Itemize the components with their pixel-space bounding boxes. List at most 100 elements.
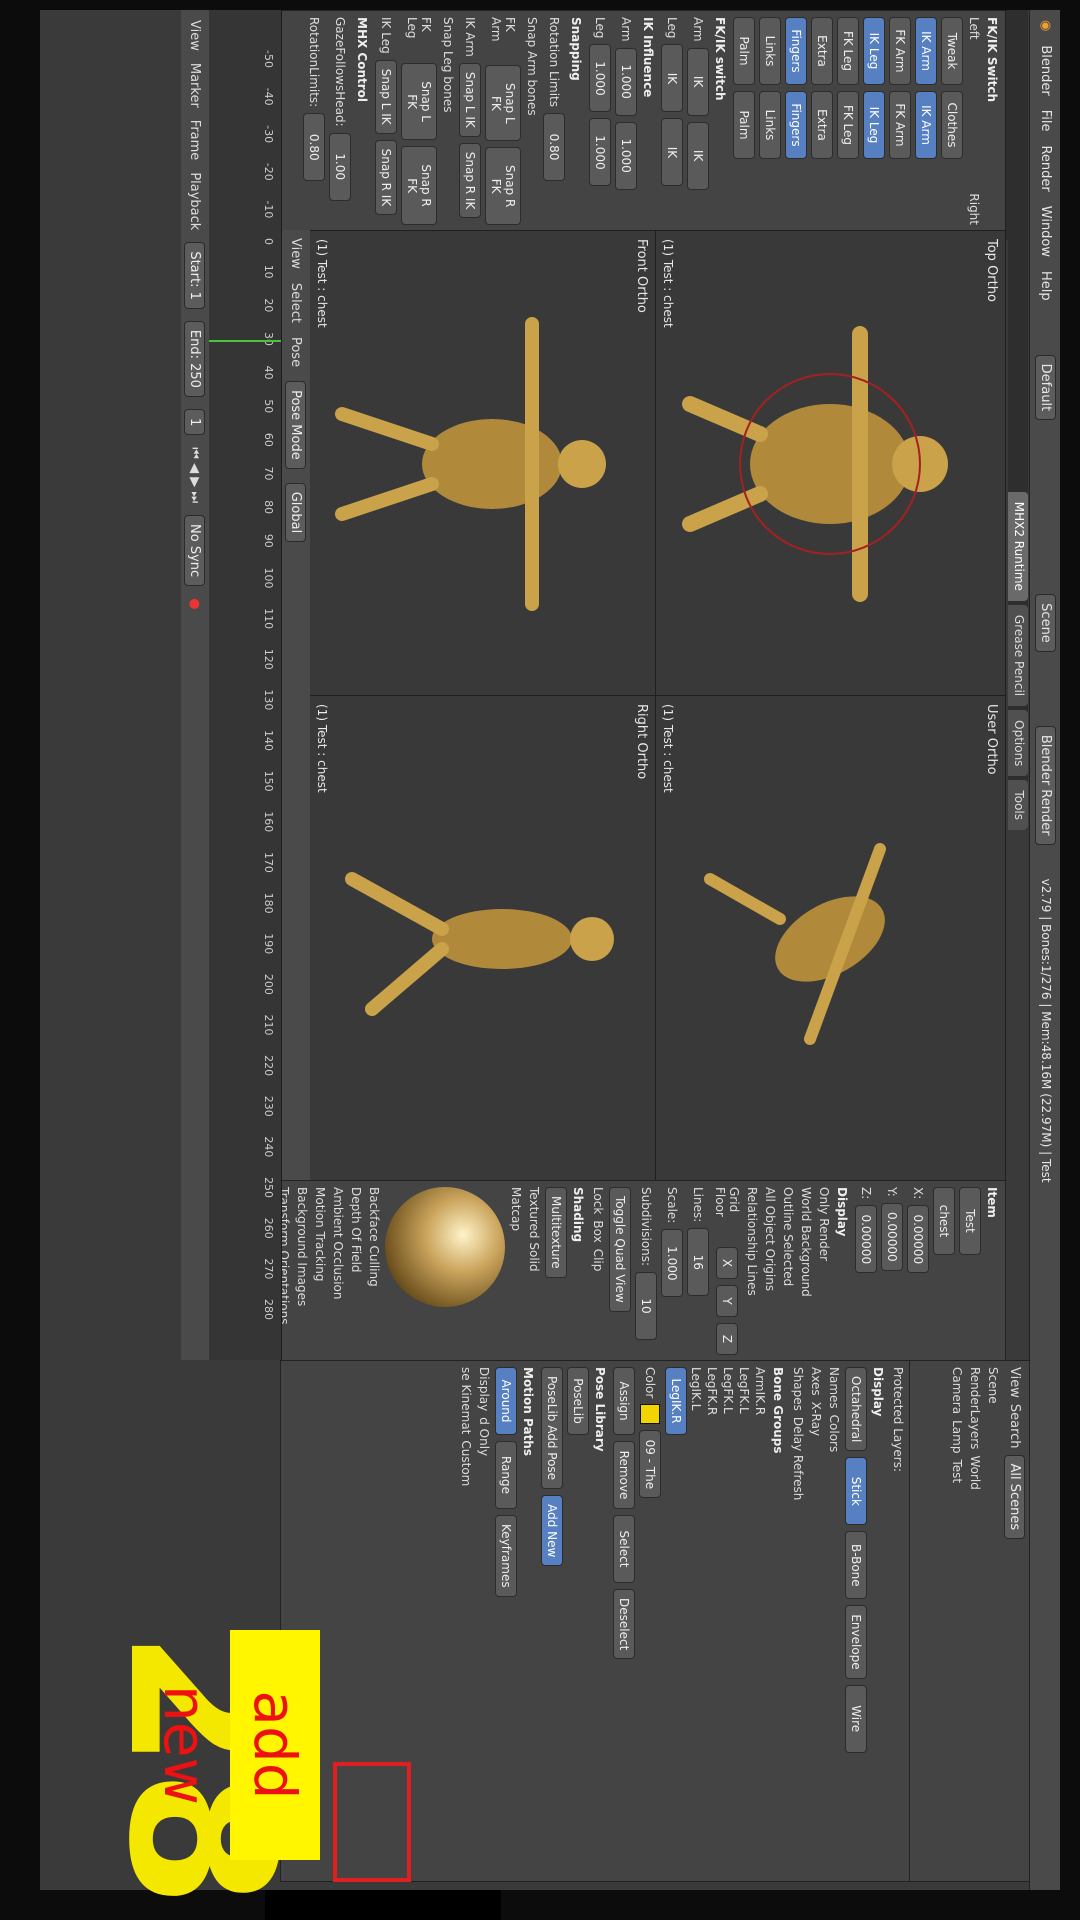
mode-selector[interactable]: Pose Mode — [285, 381, 307, 469]
list-item[interactable]: LegFK.L — [721, 1367, 735, 1414]
outliner-display-mode[interactable]: All Scenes — [1004, 1454, 1025, 1540]
shading-mode-selector[interactable]: Multitexture — [545, 1187, 567, 1278]
remove-button[interactable]: Remove — [613, 1441, 635, 1509]
viewport-top-ortho[interactable]: Top Ortho (1) Test : chest — [654, 230, 1006, 697]
scale-field[interactable]: 1.000 — [661, 1229, 683, 1298]
display-octahedral-button[interactable]: Octahedral — [845, 1367, 867, 1452]
extra-right-button[interactable]: Extra — [811, 91, 833, 159]
rotation-limits-control-field[interactable]: 0.80 — [303, 113, 325, 182]
end-frame-field[interactable]: End: 250 — [184, 320, 206, 397]
list-item[interactable]: LegFK.R — [705, 1367, 719, 1415]
outliner-lamp-item[interactable]: Lamp — [950, 1420, 964, 1453]
matcap-checkbox[interactable]: Matcap — [509, 1187, 523, 1231]
fingers-right-button[interactable]: Fingers — [785, 91, 807, 159]
shapes-checkbox[interactable]: Shapes — [791, 1367, 805, 1411]
grid-y-toggle[interactable]: Y — [716, 1285, 738, 1317]
menu-help[interactable]: Help — [1039, 271, 1054, 301]
snap-l-ik-arm-button[interactable]: Snap L IK — [459, 62, 481, 137]
leg-influence-left-field[interactable]: 1.000 — [589, 44, 611, 113]
tab-grease-pencil[interactable]: Grease Pencil — [1008, 604, 1028, 707]
outliner-view-menu[interactable]: View — [1007, 1367, 1022, 1398]
select-button[interactable]: Select — [613, 1515, 635, 1583]
leg-influence-right-field[interactable]: 1.000 — [589, 118, 611, 187]
viewport-right-ortho[interactable]: Right Ortho (1) Test : chest — [308, 695, 656, 1182]
background-images-header[interactable]: Background Images — [295, 1187, 309, 1306]
ambient-occlusion-checkbox[interactable]: Ambient Occlusion — [331, 1187, 345, 1299]
record-icon[interactable]: ● — [188, 598, 203, 609]
menu-file[interactable]: File — [1039, 110, 1054, 132]
viewport-view-menu[interactable]: View — [289, 238, 304, 269]
list-item[interactable]: ArmIK.R — [753, 1367, 767, 1415]
fk-arm-right-button[interactable]: FK Arm — [889, 91, 911, 159]
timeline-playback-menu[interactable]: Playback — [188, 172, 203, 230]
ik-leg-right-button[interactable]: IK Leg — [863, 91, 885, 159]
delay-refresh-checkbox[interactable]: Delay Refresh — [791, 1417, 805, 1501]
poselib-selector[interactable]: PoseLib — [567, 1367, 589, 1435]
fingers-left-button[interactable]: Fingers — [785, 17, 807, 85]
list-item-selected[interactable]: LegIK.R — [665, 1367, 687, 1435]
arm-ik-right-toggle[interactable]: IK — [687, 121, 709, 190]
list-item[interactable]: LegFK.L — [737, 1367, 751, 1414]
custom-properties-header[interactable]: Custom — [459, 1440, 473, 1486]
assign-button[interactable]: Assign — [613, 1367, 635, 1435]
world-background-checkbox[interactable]: World Background — [799, 1187, 813, 1297]
colors-checkbox[interactable]: Colors — [827, 1415, 841, 1453]
lock-checkbox[interactable]: Lock — [591, 1187, 605, 1214]
links-left-button[interactable]: Links — [759, 17, 781, 85]
current-frame-field[interactable]: 1 — [184, 408, 206, 436]
only-render-checkbox[interactable]: Only Render — [817, 1187, 831, 1261]
ik-arm-right-button[interactable]: IK Arm — [915, 91, 937, 159]
grid-z-toggle[interactable]: Z — [716, 1323, 738, 1355]
tweak-button[interactable]: Tweak — [941, 17, 963, 85]
selected-only-checkbox[interactable]: d Only — [477, 1417, 491, 1456]
extra-left-button[interactable]: Extra — [811, 17, 833, 85]
timeline-view-menu[interactable]: View — [188, 20, 203, 51]
leg-ik-right-toggle[interactable]: IK — [661, 118, 683, 187]
x-field[interactable]: 0.00000 — [907, 1205, 929, 1274]
outliner-world-item[interactable]: World — [968, 1455, 982, 1489]
orientation-selector[interactable]: Global — [285, 482, 307, 543]
arm-influence-right-field[interactable]: 1.000 — [615, 121, 637, 190]
outliner-test-item[interactable]: Test — [950, 1459, 964, 1483]
backface-culling-checkbox[interactable]: Backface Culling — [367, 1187, 381, 1287]
display-bbone-button[interactable]: B-Bone — [845, 1531, 867, 1600]
motion-tracking-checkbox[interactable]: Motion Tracking — [313, 1187, 327, 1281]
gaze-follows-head-field[interactable]: 1.00 — [329, 132, 351, 201]
poselib-add-pose-button[interactable]: PoseLib Add Pose — [541, 1367, 563, 1490]
axes-checkbox[interactable]: Axes — [809, 1367, 823, 1396]
textured-solid-checkbox[interactable]: Textured Solid — [527, 1187, 541, 1272]
layout-selector[interactable]: Default — [1035, 354, 1057, 421]
start-frame-field[interactable]: Start: 1 — [184, 242, 206, 309]
grid-floor-checkbox[interactable]: Grid Floor — [713, 1187, 741, 1241]
viewport-front-ortho[interactable]: Front Ortho (1) Test : chest — [308, 230, 656, 697]
tab-tools[interactable]: Tools — [1008, 780, 1028, 830]
arm-influence-left-field[interactable]: 1.000 — [615, 47, 637, 116]
outliner-search-menu[interactable]: Search — [1007, 1404, 1022, 1449]
arm-ik-left-toggle[interactable]: IK — [687, 47, 709, 116]
snap-l-ik-leg-button[interactable]: Snap L IK — [375, 59, 397, 134]
clothes-button[interactable]: Clothes — [941, 91, 963, 159]
sync-mode-selector[interactable]: No Sync — [184, 515, 206, 587]
tab-options[interactable]: Options — [1008, 710, 1028, 777]
display-wire-button[interactable]: Wire — [845, 1684, 867, 1753]
outline-selected-checkbox[interactable]: Outline Selected — [781, 1187, 795, 1286]
outliner-camera-item[interactable]: Camera — [950, 1367, 964, 1414]
timeline-marker-menu[interactable]: Marker — [188, 63, 203, 108]
palm-left-button[interactable]: Palm — [733, 17, 755, 85]
display-envelope-button[interactable]: Envelope — [845, 1605, 867, 1679]
links-right-button[interactable]: Links — [759, 91, 781, 159]
menu-render[interactable]: Render — [1039, 145, 1054, 191]
snap-r-ik-leg-button[interactable]: Snap R IK — [375, 139, 397, 216]
depth-of-field-checkbox[interactable]: Depth Of Field — [349, 1187, 363, 1273]
matcap-preview-sphere[interactable] — [385, 1187, 505, 1307]
timeline-frame-menu[interactable]: Frame — [188, 120, 203, 161]
fk-leg-left-button[interactable]: FK Leg — [837, 17, 859, 85]
box-checkbox[interactable]: Box — [591, 1220, 605, 1242]
menu-window[interactable]: Window — [1039, 206, 1054, 257]
lines-field[interactable]: 16 — [687, 1228, 709, 1297]
color-set-selector[interactable]: 09 - The — [639, 1430, 661, 1499]
viewport-pose-menu[interactable]: Pose — [289, 337, 304, 367]
play-controls-icon[interactable]: ⏮ ◀ ▶ ⏭ — [188, 447, 203, 503]
tab-mhx2-runtime[interactable]: MHX2 Runtime — [1008, 491, 1028, 601]
range-button[interactable]: Range — [495, 1441, 517, 1509]
